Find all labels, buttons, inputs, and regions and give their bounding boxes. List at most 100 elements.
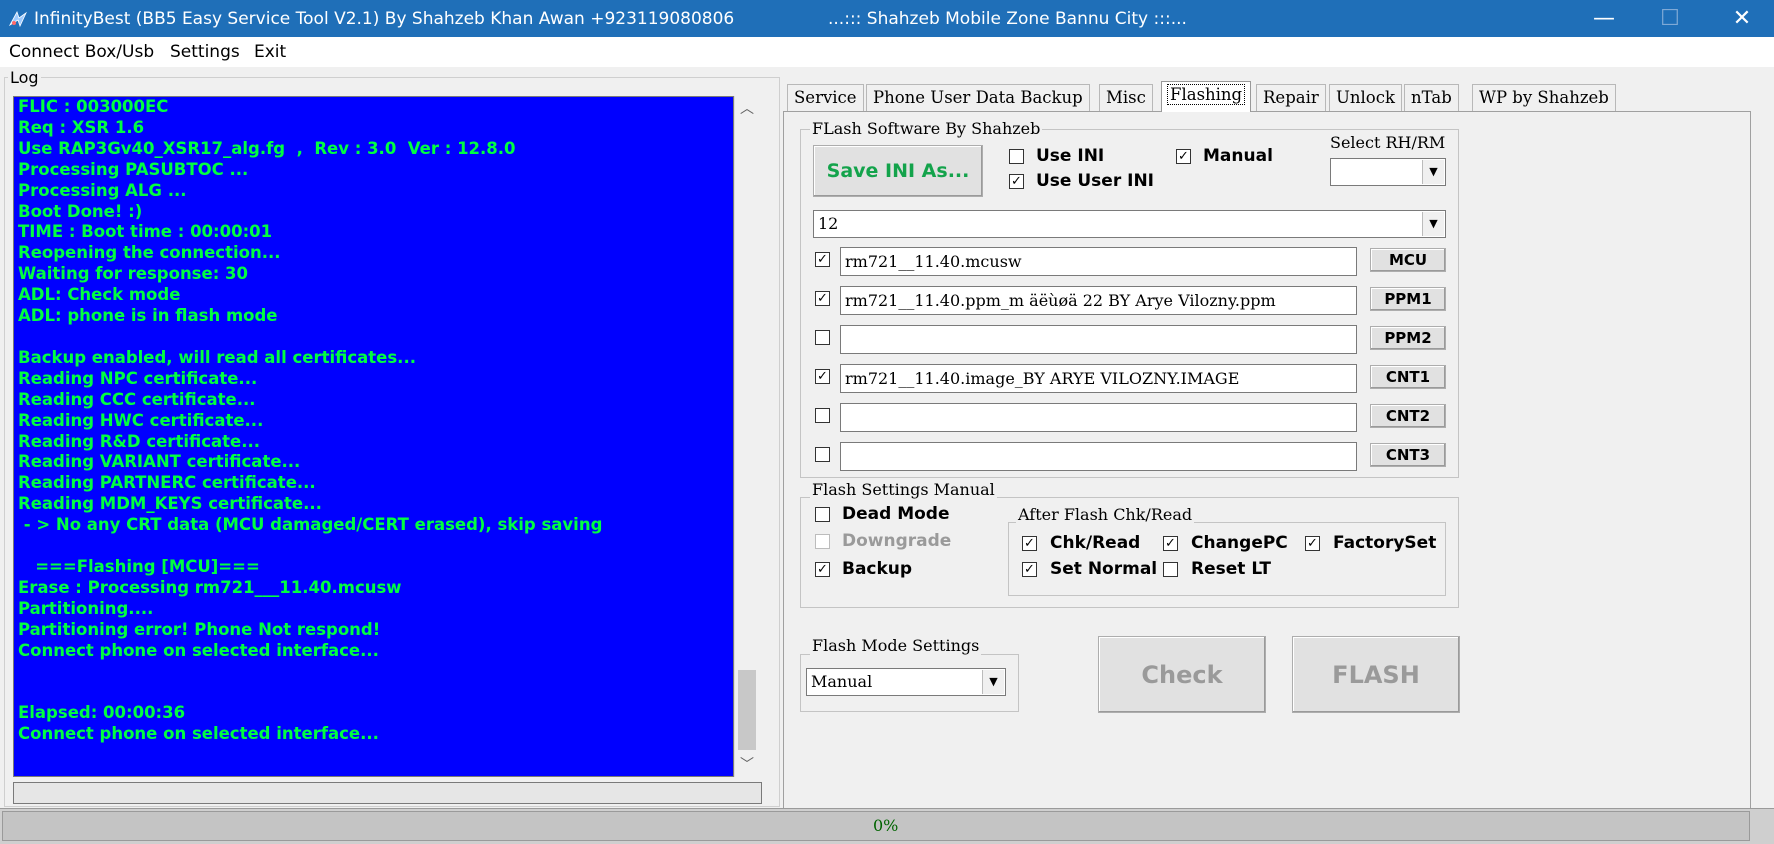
log-line: Reading HWC certificate... [18, 410, 264, 430]
file-path-cnt2[interactable] [840, 403, 1357, 432]
log-line: Processing ALG ... [18, 180, 187, 200]
flash-software-legend: FLash Software By Shahzeb [810, 119, 1043, 138]
log-scrollbar[interactable]: ︿ ﹀ [734, 96, 758, 777]
app-window: InfinityBest (BB5 Easy Service Tool V2.1… [0, 0, 1774, 844]
downgrade-label: Downgrade [842, 531, 952, 551]
tab-unlock[interactable]: Unlock [1329, 84, 1402, 111]
ppm2-button[interactable]: PPM2 [1370, 326, 1446, 350]
log-line: Reading MDM_KEYS certificate... [18, 494, 322, 514]
chk-read-label: Chk/Read [1050, 533, 1141, 553]
file-path-cnt3[interactable] [840, 442, 1357, 471]
log-line: Boot Done! :) [18, 201, 143, 221]
cnt1-button[interactable]: CNT1 [1370, 365, 1446, 389]
log-line: Req : XSR 1.6 [18, 117, 145, 137]
select-rhrm-dropdown[interactable]: ▼ [1330, 158, 1446, 186]
tab-wp-by-shahzeb[interactable]: WP by Shahzeb [1472, 84, 1616, 111]
tab-phone-user-data-backup[interactable]: Phone User Data Backup [866, 84, 1090, 111]
scroll-thumb[interactable] [738, 670, 756, 750]
flash-mode-legend: Flash Mode Settings [810, 636, 982, 655]
use-ini-checkbox[interactable] [1009, 149, 1024, 164]
mcu-button[interactable]: MCU [1370, 248, 1446, 272]
log-line: ADL: phone is in flash mode [18, 306, 278, 326]
tab-repair[interactable]: Repair [1256, 84, 1326, 111]
save-ini-as-button[interactable]: Save INI As... [813, 145, 983, 197]
flash-settings-legend: Flash Settings Manual [810, 480, 997, 499]
use-ini-label: Use INI [1036, 146, 1105, 166]
version-dropdown[interactable]: 12 ▼ [813, 210, 1446, 238]
file-path-cnt1[interactable]: rm721__11.40.image_BY ARYE VILOZNY.IMAGE [840, 364, 1357, 393]
reset-lt-checkbox[interactable] [1163, 562, 1178, 577]
menu-bar: Connect Box/Usb Settings Exit [0, 37, 1774, 67]
check-button[interactable]: Check [1098, 636, 1266, 713]
menu-settings[interactable]: Settings [170, 42, 240, 62]
changepc-label: ChangePC [1191, 533, 1288, 553]
file-row-ppm2-checkbox[interactable] [815, 330, 830, 345]
log-line: Use RAP3Gv40_XSR17_alg.fg , Rev : 3.0 Ve… [18, 138, 516, 158]
set-normal-label: Set Normal [1050, 559, 1158, 579]
ppm1-button[interactable]: PPM1 [1370, 287, 1446, 311]
changepc-checkbox[interactable]: ✓ [1163, 536, 1178, 551]
status-progress-text: 0% [873, 816, 899, 835]
select-rhrm-label: Select RH/RM [1330, 133, 1446, 152]
close-button[interactable]: ✕ [1710, 0, 1774, 37]
log-line: Partitioning error! Phone Not respond! [18, 619, 381, 639]
dead-mode-checkbox[interactable] [815, 507, 830, 522]
file-row-cnt3-checkbox[interactable] [815, 447, 830, 462]
log-line: Erase : Processing rm721___11.40.mcusw [18, 577, 402, 597]
log-line: Reading CCC certificate... [18, 389, 256, 409]
backup-label: Backup [842, 559, 913, 579]
set-normal-checkbox[interactable]: ✓ [1022, 562, 1037, 577]
reset-lt-label: Reset LT [1191, 559, 1271, 579]
flash-mode-dropdown[interactable]: Manual ▼ [806, 668, 1006, 696]
log-progress-bar [13, 782, 762, 804]
log-line: Elapsed: 00:00:36 [18, 703, 186, 723]
tab-service[interactable]: Service [787, 84, 864, 111]
menu-connect-box-usb[interactable]: Connect Box/Usb [9, 42, 154, 62]
file-path-ppm1[interactable]: rm721__11.40.ppm_m äëùøä 22 BY Arye Vilo… [840, 286, 1357, 315]
cnt3-button[interactable]: CNT3 [1370, 443, 1446, 467]
manual-label: Manual [1203, 146, 1273, 166]
use-user-ini-label: Use User INI [1036, 171, 1155, 191]
file-row-mcu-checkbox[interactable]: ✓ [815, 252, 830, 267]
log-line: TIME : Boot time : 00:00:01 [18, 222, 273, 242]
tab-flashing[interactable]: Flashing [1161, 81, 1252, 112]
maximize-button[interactable]: ☐ [1638, 0, 1702, 37]
window-title: InfinityBest (BB5 Easy Service Tool V2.1… [34, 9, 735, 29]
flash-button[interactable]: FLASH [1292, 636, 1460, 713]
log-line: - > No any CRT data (MCU damaged/CERT er… [18, 515, 603, 535]
file-path-ppm2[interactable] [840, 325, 1357, 354]
log-line: Reopening the connection... [18, 243, 281, 263]
backup-checkbox[interactable]: ✓ [815, 562, 830, 577]
chevron-down-icon[interactable]: ▼ [982, 670, 1004, 694]
chevron-down-icon[interactable]: ▼ [1422, 160, 1444, 184]
file-row-cnt1-checkbox[interactable]: ✓ [815, 369, 830, 384]
factoryset-label: FactorySet [1333, 533, 1437, 553]
manual-checkbox[interactable]: ✓ [1176, 149, 1191, 164]
scroll-up-icon[interactable]: ︿ [735, 98, 759, 118]
window-subtitle: ...::: Shahzeb Mobile Zone Bannu City ::… [828, 9, 1187, 29]
use-user-ini-checkbox[interactable]: ✓ [1009, 174, 1024, 189]
log-line: Processing PASUBTOC ... [18, 159, 249, 179]
log-line: ===Flashing [MCU]=== [18, 556, 260, 576]
factoryset-checkbox[interactable]: ✓ [1305, 536, 1320, 551]
log-output[interactable]: FLIC : 003000EC Req : XSR 1.6 Use RAP3Gv40… [13, 96, 734, 777]
log-legend: Log [8, 68, 41, 87]
after-flash-legend: After Flash Chk/Read [1016, 505, 1195, 524]
file-row-ppm1-checkbox[interactable]: ✓ [815, 291, 830, 306]
log-lines: FLIC : 003000EC Req : XSR 1.6 Use RAP3Gv40… [18, 97, 602, 745]
minimize-button[interactable]: — [1572, 0, 1636, 37]
tab-ntab[interactable]: nTab [1404, 84, 1459, 111]
file-path-mcu[interactable]: rm721__11.40.mcusw [840, 247, 1357, 276]
log-line: FLIC : 003000EC [18, 97, 169, 116]
log-line: Partitioning.... [18, 598, 154, 618]
chk-read-checkbox[interactable]: ✓ [1022, 536, 1037, 551]
cnt2-button[interactable]: CNT2 [1370, 404, 1446, 428]
menu-exit[interactable]: Exit [254, 42, 286, 62]
scroll-down-icon[interactable]: ﹀ [735, 754, 759, 774]
tab-misc[interactable]: Misc [1099, 84, 1153, 111]
log-line: Backup enabled, will read all certificat… [18, 347, 416, 367]
chevron-down-icon[interactable]: ▼ [1422, 212, 1444, 236]
downgrade-checkbox [815, 534, 830, 549]
file-row-cnt2-checkbox[interactable] [815, 408, 830, 423]
